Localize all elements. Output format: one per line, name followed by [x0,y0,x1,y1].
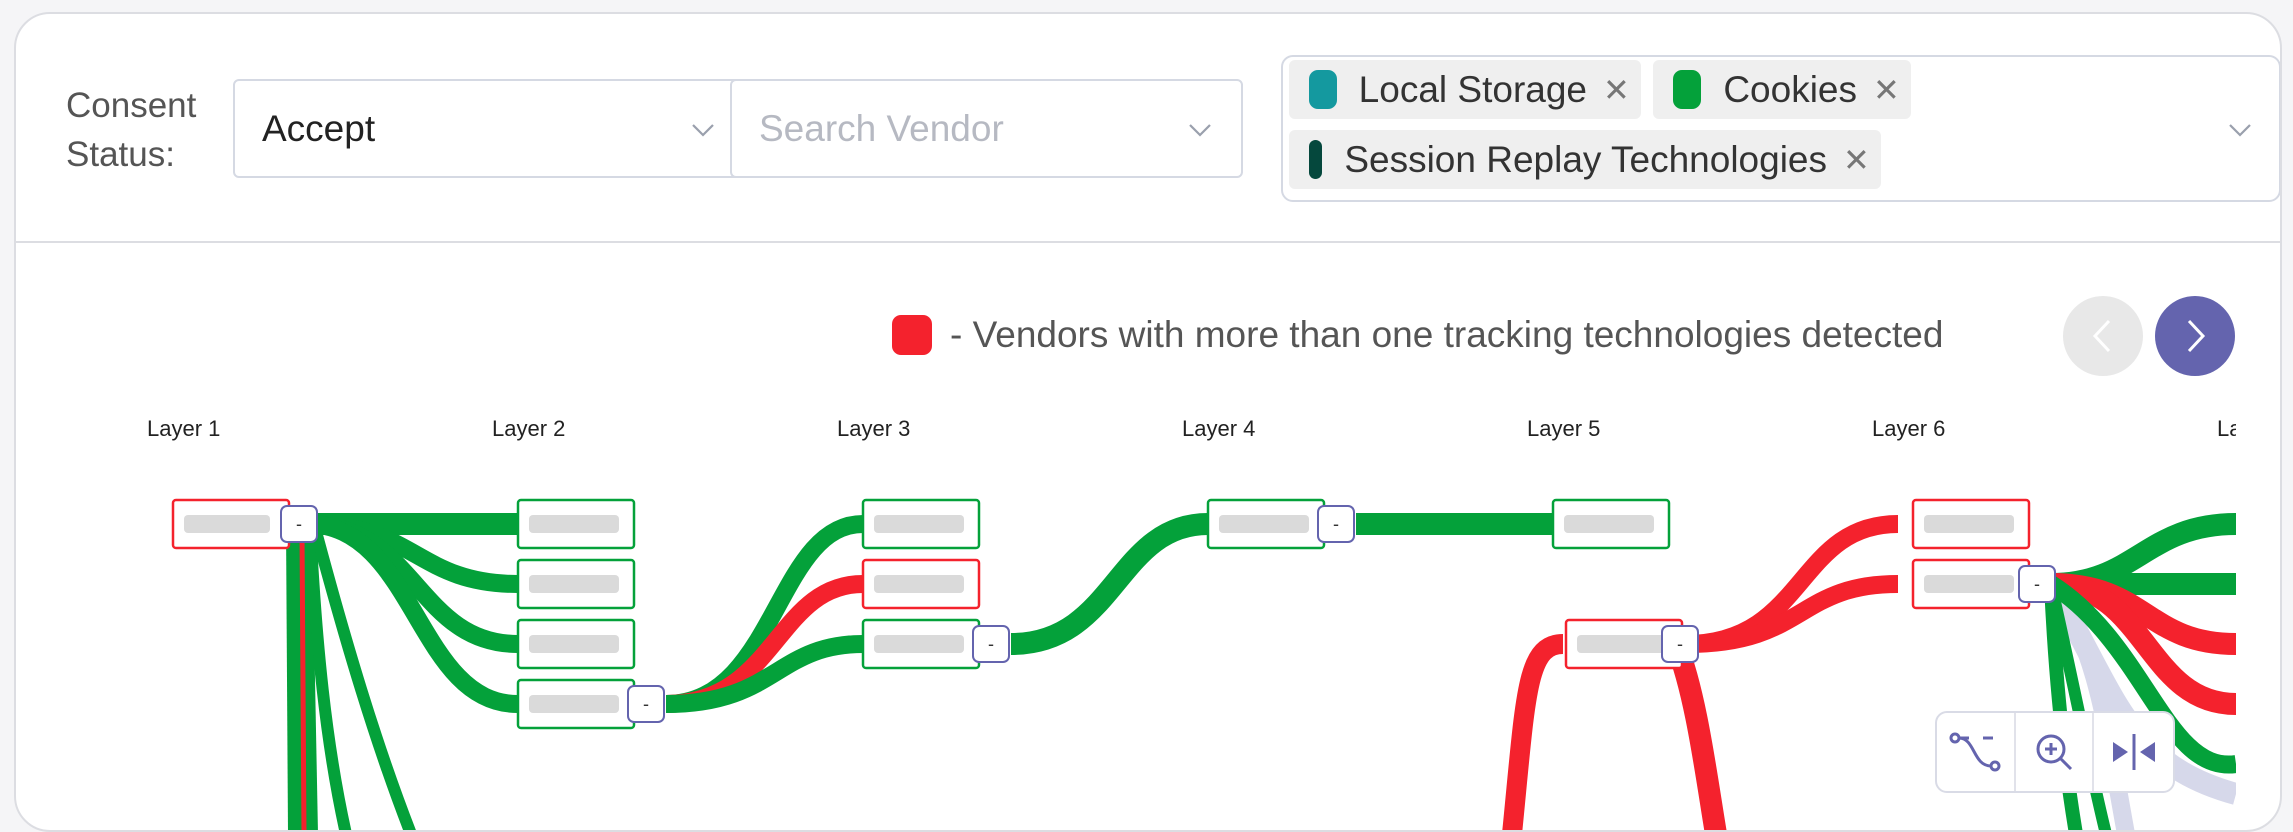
vendor-layer-graph: Layer 1 Layer 2 Layer 3 Layer 4 Layer 5 … [16,394,2236,830]
vendor-node[interactable] [516,618,636,670]
vendor-node[interactable] [516,678,636,730]
next-layers-button[interactable] [2155,296,2235,376]
vendor-search-select[interactable]: Search Vendor [730,79,1243,178]
split-horizontal-icon [2112,734,2155,770]
consent-status-select[interactable]: Accept [233,79,746,178]
layout-tool-button[interactable] [1937,713,2016,791]
collapse-toggle[interactable]: - [2018,565,2056,603]
chip-session-replay: Session Replay Technologies ✕ [1289,130,1881,189]
collapse-toggle[interactable]: - [1661,625,1699,663]
chevron-down-icon[interactable] [2229,119,2251,141]
consent-status-value: Accept [262,108,376,149]
vendor-node[interactable] [1911,558,2031,610]
collapse-toggle[interactable]: - [1317,505,1355,543]
vendor-node[interactable] [171,498,291,550]
flow-link [1665,639,1727,830]
chevron-down-icon [1189,124,1211,137]
flow-link [299,533,307,830]
vendor-search-placeholder: Search Vendor [759,108,1004,149]
vendor-node[interactable] [861,558,981,610]
legend-text: - Vendors with more than one tracking te… [950,314,1944,355]
flow-link [1502,634,1564,830]
collapse-toggle[interactable]: - [627,685,665,723]
collapse-toggle-label: - [988,634,994,654]
vendor-flow-links: - - - - - - [171,498,2236,830]
legend: - Vendors with more than one tracking te… [892,314,1943,356]
chevron-down-icon [692,124,714,137]
chip-swatch [1673,70,1702,109]
vendor-node[interactable] [516,498,636,550]
chip-swatch [1309,140,1323,179]
legend-red-swatch [892,315,932,355]
collapse-toggle[interactable]: - [972,625,1010,663]
vendor-node[interactable] [1911,498,2031,550]
chip-swatch [1309,70,1337,109]
chevron-left-icon [2092,319,2111,353]
vendor-node[interactable] [861,618,981,670]
vendor-graph-card: Consent Status: Accept Search Vendor Loc… [14,12,2282,832]
flow-link [1010,513,1209,655]
vendor-node[interactable] [516,558,636,610]
route-icon [1949,732,2001,772]
close-icon[interactable]: ✕ [1873,71,1900,109]
collapse-toggle-label: - [1677,634,1683,654]
zoom-in-button[interactable] [2016,713,2095,791]
collapse-toggle-label: - [1333,514,1339,534]
close-icon[interactable]: ✕ [1603,71,1630,109]
vendor-node[interactable] [861,498,981,550]
vendor-node[interactable] [1206,498,1326,550]
chip-local-storage: Local Storage ✕ [1289,60,1641,119]
close-icon[interactable]: ✕ [1843,141,1870,179]
collapse-toggle-label: - [2034,574,2040,594]
technology-multiselect[interactable]: Local Storage ✕ Cookies ✕ Session Replay… [1281,55,2280,202]
vendor-node[interactable] [1551,498,1671,550]
filter-bar: Consent Status: Accept Search Vendor Loc… [16,14,2280,243]
chip-label: Cookies [1723,68,1857,110]
previous-layers-button[interactable] [2063,296,2143,376]
chip-label: Session Replay Technologies [1344,138,1827,180]
collapse-toggle[interactable]: - [280,505,318,543]
chip-label: Local Storage [1358,68,1587,110]
zoom-in-icon [2036,734,2073,771]
chip-cookies: Cookies ✕ [1653,60,1911,119]
flow-link [286,523,304,830]
graph-toolbar [1935,711,2175,793]
chevron-right-icon [2187,319,2206,353]
consent-status-label: Consent Status: [66,86,197,174]
collapse-toggle-label: - [643,694,649,714]
collapse-toggle-label: - [296,514,302,534]
split-view-button[interactable] [2094,713,2173,791]
